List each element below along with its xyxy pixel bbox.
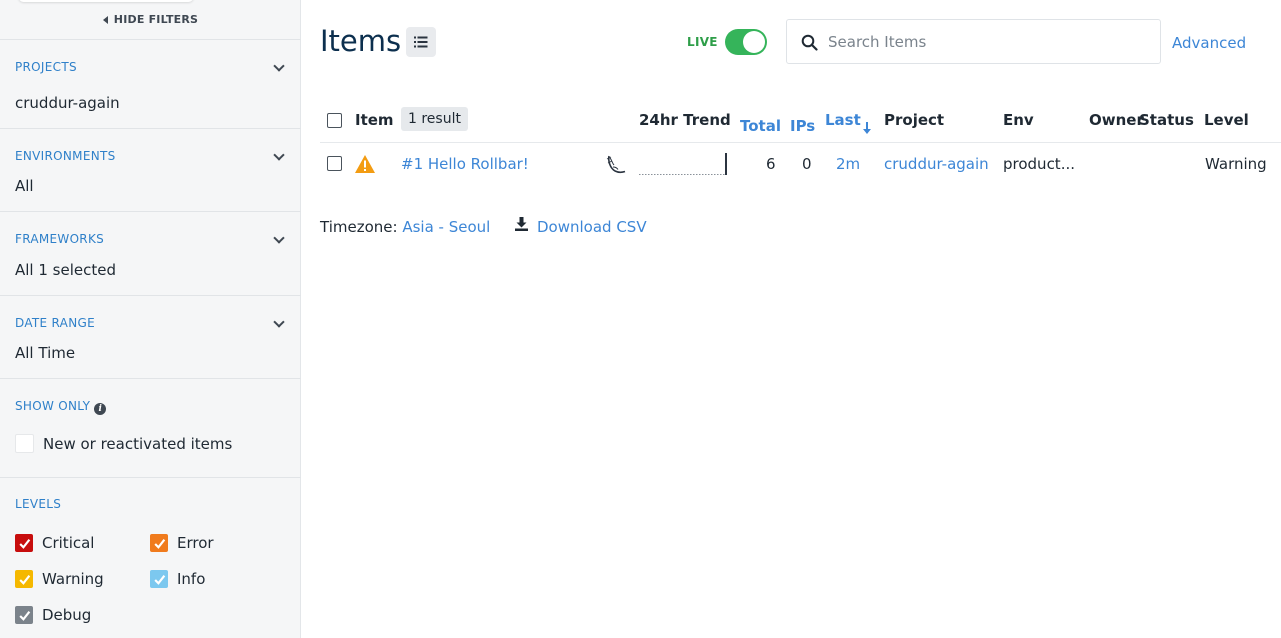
level-debug[interactable]: Debug (15, 606, 91, 624)
level-warning-label: Warning (42, 570, 104, 588)
column-total[interactable]: Total (740, 117, 781, 135)
item-env: product... (1003, 155, 1075, 173)
filter-environments-title: ENVIRONMENTS (15, 149, 116, 163)
new-or-reactivated-checkbox[interactable] (15, 434, 34, 453)
item-project-link[interactable]: cruddur-again (884, 155, 989, 173)
item-level: Warning (1205, 155, 1267, 173)
column-last[interactable]: Last (825, 111, 861, 129)
live-toggle[interactable] (725, 29, 767, 55)
check-icon (18, 574, 30, 585)
check-icon (18, 538, 30, 549)
warning-checkbox[interactable] (15, 570, 33, 588)
hide-filters-label: HIDE FILTERS (113, 13, 199, 26)
debug-checkbox[interactable] (15, 606, 33, 624)
filter-show-only-title: SHOW ONLY i (15, 399, 107, 415)
items-main: Items LIVE Advanced Item 1 result 24hr T… (301, 0, 1281, 638)
download-icon[interactable] (514, 216, 529, 232)
error-checkbox[interactable] (150, 534, 168, 552)
toggle-knob (743, 31, 765, 53)
info-icon[interactable]: i (94, 403, 107, 415)
level-critical[interactable]: Critical (15, 534, 94, 552)
timezone-link[interactable]: Asia - Seoul (402, 218, 490, 236)
chevron-down-icon[interactable] (273, 316, 285, 328)
filter-levels-title: LEVELS (15, 497, 62, 511)
filter-date-range-value: All Time (15, 344, 76, 362)
level-info-label: Info (177, 570, 206, 588)
page-title: Items (320, 24, 402, 58)
filter-frameworks-value: All 1 selected (15, 261, 116, 279)
level-critical-label: Critical (42, 534, 95, 552)
check-icon (153, 574, 165, 585)
check-icon (153, 538, 165, 549)
chevron-down-icon[interactable] (273, 60, 285, 72)
column-ips[interactable]: IPs (790, 117, 815, 135)
level-info[interactable]: Info (150, 570, 205, 588)
filter-projects-value: cruddur-again (15, 94, 120, 112)
item-title-link[interactable]: #1 Hello Rollbar! (401, 155, 529, 173)
filters-sidebar: HIDE FILTERS PROJECTS cruddur-again ENVI… (0, 0, 301, 638)
item-total: 6 (766, 155, 776, 173)
live-label: LIVE (687, 35, 718, 49)
warning-triangle-icon (355, 155, 375, 173)
flask-icon (606, 155, 626, 173)
column-level: Level (1204, 111, 1249, 129)
chevron-down-icon[interactable] (273, 232, 285, 244)
item-ips: 0 (802, 155, 812, 173)
filter-date-range[interactable]: DATE RANGE All Time (0, 296, 301, 379)
table-divider (320, 142, 1281, 143)
filter-projects-title: PROJECTS (15, 60, 77, 74)
search-input[interactable] (828, 30, 1148, 54)
result-count-badge: 1 result (401, 107, 468, 131)
advanced-search-link[interactable]: Advanced (1172, 34, 1246, 52)
filter-frameworks[interactable]: FRAMEWORKS All 1 selected (0, 212, 301, 296)
level-debug-label: Debug (42, 606, 92, 624)
filter-environments-value: All (15, 177, 34, 195)
level-error-label: Error (177, 534, 214, 552)
column-item[interactable]: Item (355, 111, 394, 129)
filter-date-range-title: DATE RANGE (15, 316, 95, 330)
critical-checkbox[interactable] (15, 534, 33, 552)
check-icon (18, 610, 30, 621)
list-icon (414, 36, 428, 48)
column-status: Status (1139, 111, 1194, 129)
chevron-down-icon[interactable] (273, 149, 285, 161)
item-last-seen[interactable]: 2m (836, 155, 860, 173)
timezone-info: Timezone: Asia - Seoul (320, 218, 490, 236)
caret-left-icon (102, 15, 108, 24)
filter-frameworks-title: FRAMEWORKS (15, 232, 105, 246)
column-24hr-trend: 24hr Trend (639, 111, 731, 129)
row-checkbox[interactable] (327, 156, 342, 171)
level-warning[interactable]: Warning (15, 570, 104, 588)
hide-filters-button[interactable]: HIDE FILTERS (0, 0, 301, 40)
column-owner: Owner (1089, 111, 1144, 129)
search-icon (801, 34, 818, 51)
column-project: Project (884, 111, 945, 129)
column-env: Env (1003, 111, 1034, 129)
filter-projects[interactable]: PROJECTS cruddur-again (0, 40, 301, 129)
info-checkbox[interactable] (150, 570, 168, 588)
level-error[interactable]: Error (150, 534, 214, 552)
search-box[interactable] (786, 19, 1161, 64)
new-or-reactivated-label: New or reactivated items (43, 435, 233, 453)
filter-environments[interactable]: ENVIRONMENTS All (0, 129, 301, 212)
filter-show-only: SHOW ONLY i New or reactivated items (0, 379, 301, 478)
timezone-label: Timezone: (320, 218, 398, 236)
download-csv-link[interactable]: Download CSV (537, 218, 647, 236)
select-all-checkbox[interactable] (327, 113, 342, 128)
sort-descending-icon[interactable] (862, 122, 872, 135)
list-view-button[interactable] (406, 27, 436, 57)
filter-show-only-title-text: SHOW ONLY (15, 399, 91, 413)
trend-sparkline (639, 153, 727, 175)
